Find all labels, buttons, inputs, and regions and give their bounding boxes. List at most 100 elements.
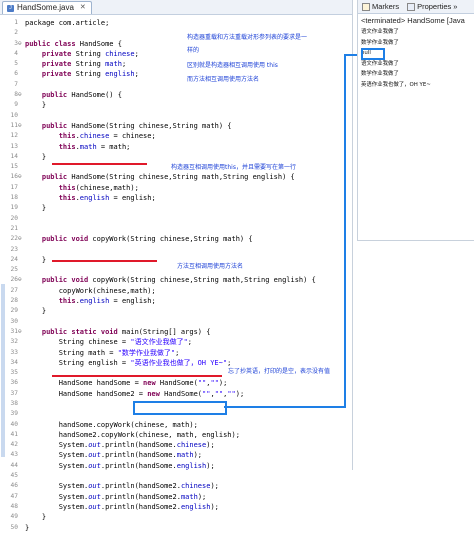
code-line[interactable]: 47 System.out.println(handSome2.math); (0, 492, 352, 502)
tab-properties[interactable]: Properties » (403, 2, 461, 11)
line-number: 14 (10, 152, 18, 160)
underline-handsome-copywork (52, 375, 222, 377)
code-text: public void copyWork(String chinese,Stri… (41, 276, 316, 285)
editor-tab-bar: J HandSome.java ✕ (0, 0, 352, 15)
code-text: handSome.copyWork(chinese, math); (25, 420, 198, 429)
code-line[interactable]: 9 } (0, 100, 352, 110)
tab-markers[interactable]: Markers (358, 2, 403, 11)
code-line[interactable]: 42 System.out.println(handSome.chinese); (0, 440, 352, 450)
line-number: 4 (14, 49, 18, 57)
code-line[interactable]: 49 } (0, 512, 352, 522)
fold-toggle-icon[interactable]: ⊖ (18, 327, 22, 337)
code-line[interactable]: 29 } (0, 306, 352, 316)
code-line[interactable]: 43 System.out.println(handSome.math); (0, 450, 352, 460)
code-line[interactable]: 8 ⊖ public HandSome() { (0, 90, 352, 100)
tab-handsome-java[interactable]: J HandSome.java ✕ (2, 1, 92, 14)
close-icon[interactable]: ✕ (80, 2, 86, 14)
code-line[interactable]: 7 (0, 80, 352, 90)
code-line[interactable]: 30 (0, 317, 352, 327)
fold-toggle-icon[interactable]: ⊖ (18, 234, 22, 244)
line-number: 35 (10, 369, 18, 377)
line-number: 21 (10, 224, 18, 232)
tab-label: HandSome.java (17, 3, 74, 12)
fold-toggle-icon[interactable]: ⊖ (18, 275, 22, 285)
code-line[interactable]: 27 copyWork(chinese,math); (0, 286, 352, 296)
code-area[interactable]: 1 package com.article; 2 3 ⊖ public class Han… (0, 18, 352, 533)
code-line[interactable]: 14 } (0, 152, 352, 162)
code-line[interactable]: 31 ⊖ public static void main(String[] arg… (0, 327, 352, 337)
code-text: copyWork(chinese,math); (25, 286, 156, 295)
code-line[interactable]: 11 ⊖ public HandSome(String chinese,Strin… (0, 121, 352, 131)
code-editor[interactable]: J HandSome.java ✕ 1 package com.article; 2… (0, 0, 353, 532)
line-number: 45 (10, 472, 18, 480)
more-tabs-icon[interactable]: » (453, 2, 457, 11)
code-text: System.out.println(handSome2.math); (25, 492, 207, 501)
code-line[interactable]: 22 ⊖ public void copyWork(String chinese,… (0, 234, 352, 244)
console-panel[interactable]: Markers Properties » <terminated> HandSo… (357, 0, 474, 241)
code-line[interactable]: 19 } (0, 203, 352, 213)
code-line[interactable]: 10 (0, 111, 352, 121)
code-line[interactable]: 4 private String chinese; (0, 49, 352, 59)
code-line[interactable]: 45 (0, 471, 352, 481)
fold-toggle-icon[interactable]: ⊖ (18, 121, 22, 131)
line-number: 28 (10, 297, 18, 305)
code-line[interactable]: 6 private String english; (0, 69, 352, 79)
line-number: 15 (10, 163, 18, 171)
fold-toggle-icon[interactable]: ⊖ (18, 90, 22, 100)
code-line[interactable]: 16 ⊖ public HandSome(String chinese,Strin… (0, 172, 352, 182)
tab-properties-label: Properties (417, 2, 452, 11)
line-number: 18 (10, 194, 18, 202)
line-number: 24 (10, 255, 18, 263)
line-number: 48 (10, 502, 18, 510)
annotation-note-3: 构造器互相调用使用this，并且需要写在第一行 (171, 164, 296, 171)
line-number: 2 (14, 29, 18, 37)
code-text: this(chinese,math); (58, 183, 139, 192)
annotation-note-2b: 而方法相互调用使用方法名 (187, 76, 260, 83)
code-line[interactable]: 50} (0, 523, 352, 533)
code-line[interactable]: 32 String chinese = "语文作业我做了"; (0, 337, 352, 347)
code-line[interactable]: 26 ⊖ public void copyWork(String chinese,… (0, 275, 352, 285)
fold-toggle-icon[interactable]: ⊖ (18, 172, 22, 182)
code-line[interactable]: 23 (0, 245, 352, 255)
code-line[interactable]: 37 HandSome handSome2 = new HandSome("",… (0, 389, 352, 399)
code-line[interactable]: 28 this.english = english; (0, 296, 352, 306)
line-number: 17 (10, 183, 18, 191)
code-line[interactable]: 5 private String math; (0, 59, 352, 69)
code-line[interactable]: 12 this.chinese = chinese; (0, 131, 352, 141)
code-line[interactable]: 41 handSome2.copyWork(chinese, math, eng… (0, 430, 352, 440)
underline-this-call (52, 163, 147, 165)
code-line[interactable]: 33 String math = "数学作业我做了"; (0, 348, 352, 358)
annotation-note-1b: 样的 (187, 47, 200, 54)
code-line[interactable]: 48 System.out.println(handSome2.english)… (0, 502, 352, 512)
code-line[interactable]: 13 this.math = math; (0, 142, 352, 152)
code-line[interactable]: 1 package com.article; (0, 18, 352, 28)
tab-markers-label: Markers (372, 2, 400, 11)
annotation-note-4: 方法互相调用使用方法名 (177, 263, 244, 270)
code-text: this.chinese = chinese; (58, 132, 156, 141)
code-text: package com.article; (25, 19, 110, 27)
code-line[interactable]: 17 this(chinese,math); (0, 183, 352, 193)
line-number: 42 (10, 441, 18, 449)
code-line[interactable]: 46 System.out.println(handSome2.chinese)… (0, 481, 352, 491)
code-text: System.out.println(handSome2.chinese); (25, 482, 219, 491)
console-line: 数学作业我做了 (361, 39, 399, 46)
code-line[interactable]: 21 (0, 224, 352, 234)
code-text: System.out.println(handSome.math); (25, 451, 203, 460)
code-line[interactable]: 25 (0, 265, 352, 275)
code-text: } (25, 152, 47, 161)
line-number: 25 (10, 266, 18, 274)
code-line[interactable]: 40 handSome.copyWork(chinese, math); (0, 420, 352, 430)
code-text: this.math = math; (58, 142, 131, 151)
code-text: public static void main(String[] args) { (41, 327, 211, 336)
annotation-note-1a: 构造器重载和方法重载对形参列表的要求是一 (187, 34, 308, 41)
code-line[interactable]: 20 (0, 214, 352, 224)
code-text: public HandSome(String chinese,String ma… (41, 121, 232, 130)
fold-toggle-icon[interactable]: ⊖ (18, 39, 22, 49)
code-line[interactable]: 36 HandSome handSome = new HandSome("","… (0, 378, 352, 388)
line-number: 49 (10, 513, 18, 521)
underline-copywork-call (52, 260, 157, 262)
code-text: } (25, 255, 47, 264)
line-number: 47 (10, 492, 18, 500)
annotation-note-5: 忘了抄英语，打印的是空，表示没有值 (228, 368, 331, 375)
code-line[interactable]: 18 this.english = english; (0, 193, 352, 203)
